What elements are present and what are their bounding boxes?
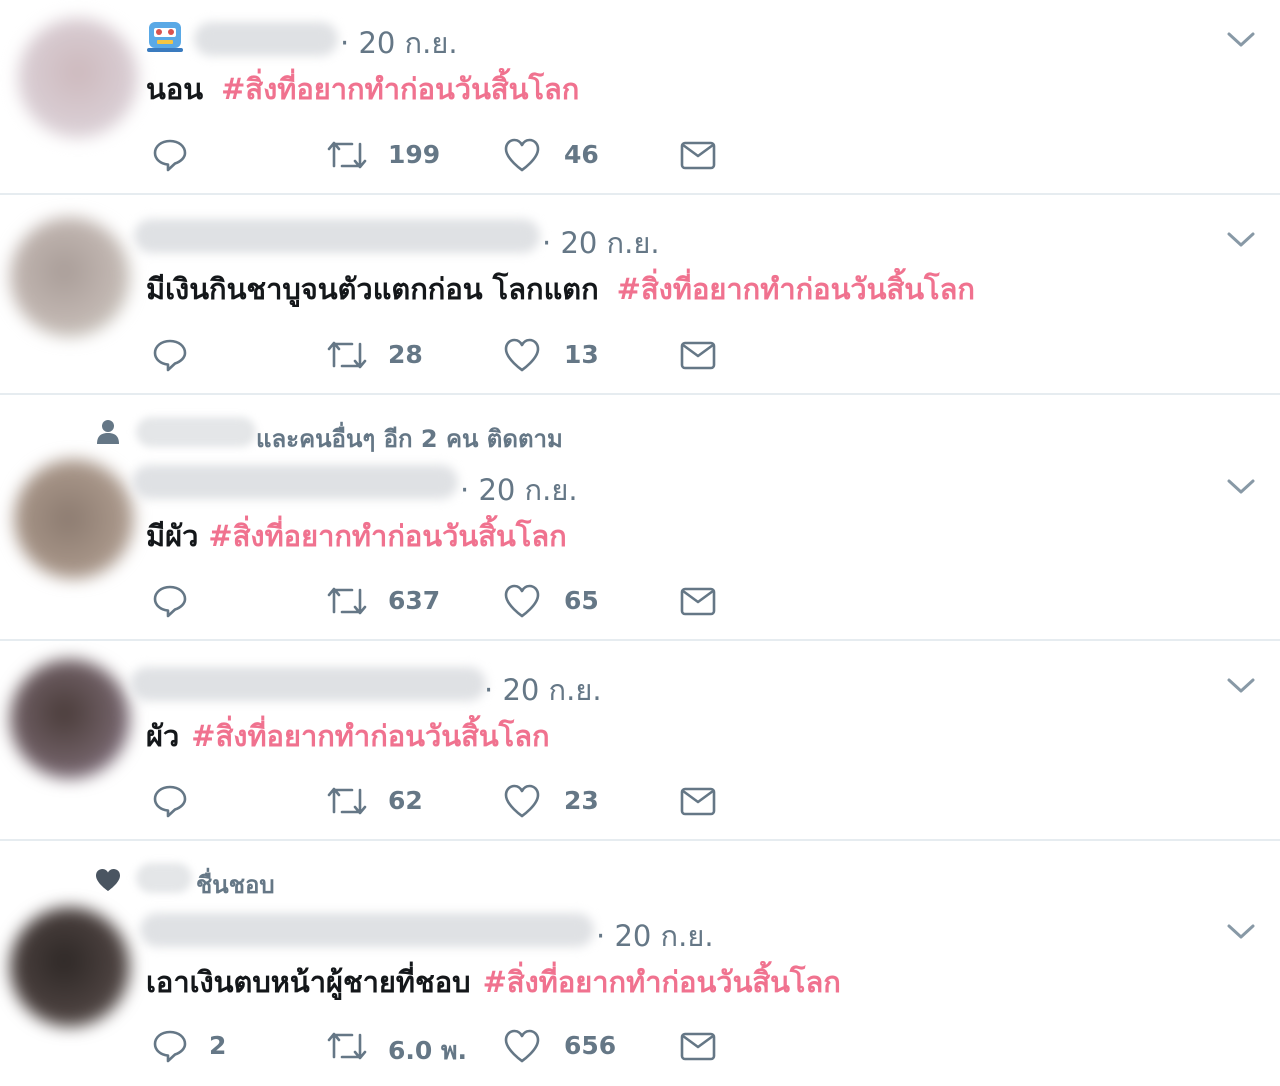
dm-button[interactable] — [679, 1027, 719, 1067]
reply-icon — [153, 139, 187, 172]
like-button[interactable]: 65 — [502, 582, 612, 622]
like-icon — [504, 338, 540, 372]
reply-button[interactable] — [151, 136, 241, 176]
retweet-button[interactable]: 199 — [326, 136, 456, 176]
social-context: ชื่นชอบ — [196, 871, 275, 899]
tweet-date[interactable]: 20 ก.ย. — [596, 913, 713, 959]
author-name[interactable] — [194, 22, 338, 56]
like-count: 65 — [564, 586, 599, 615]
author-name[interactable] — [130, 667, 486, 701]
like-icon — [504, 784, 540, 818]
tweet-body: นอน — [146, 72, 204, 106]
hashtag-link[interactable]: #สิ่งที่อยากทำก่อนวันสิ้นโลก — [208, 519, 566, 553]
author-name[interactable] — [132, 465, 458, 499]
reply-button[interactable] — [151, 336, 241, 376]
tweet-text: นอน #สิ่งที่อยากทำก่อนวันสิ้นโลก — [146, 66, 579, 112]
tweet-text: มีเงินกินชาบูจนตัวแตกก่อน โลกแตก #สิ่งที่… — [146, 266, 975, 312]
dm-button[interactable] — [679, 136, 719, 176]
retweet-count: 199 — [388, 140, 441, 169]
hashtag-link[interactable]: #สิ่งที่อยากทำก่อนวันสิ้นโลก — [483, 965, 841, 999]
dm-button[interactable] — [679, 582, 719, 622]
tweet-text: มีผัว #สิ่งที่อยากทำก่อนวันสิ้นโลก — [146, 513, 567, 559]
tweet-text: เอาเงินตบหน้าผู้ชายที่ชอบ #สิ่งที่อยากทำก… — [146, 959, 841, 1005]
retweet-count: 28 — [388, 340, 423, 369]
like-count: 46 — [564, 140, 599, 169]
author-name[interactable] — [134, 219, 540, 253]
chevron-down-icon[interactable] — [1225, 676, 1257, 696]
author-name[interactable] — [140, 913, 594, 947]
like-icon — [504, 1029, 540, 1063]
social-context: และคนอื่นๆ อีก 2 คน ติดตาม — [256, 425, 563, 453]
tweet[interactable]: 20 ก.ย. ผัว#สิ่งที่อยากทำก่อนวันสิ้นโลก … — [0, 641, 1280, 841]
avatar[interactable] — [18, 18, 138, 138]
dm-button[interactable] — [679, 782, 719, 822]
hashtag-link[interactable]: #สิ่งที่อยากทำก่อนวันสิ้นโลก — [221, 72, 579, 106]
like-button[interactable]: 656 — [502, 1027, 622, 1067]
retweet-count: 62 — [388, 786, 423, 815]
tweet-body: เอาเงินตบหน้าผู้ชายที่ชอบ — [146, 965, 471, 999]
retweet-icon — [327, 341, 367, 369]
tweet-date[interactable]: 20 ก.ย. — [542, 220, 659, 266]
chevron-down-icon[interactable] — [1225, 477, 1257, 497]
person-icon — [97, 420, 119, 444]
dm-icon — [680, 787, 716, 816]
avatar[interactable] — [10, 659, 130, 779]
tweet[interactable]: 20 ก.ย. มีเงินกินชาบูจนตัวแตกก่อน โลกแตก… — [0, 195, 1280, 395]
follower-name[interactable] — [136, 417, 256, 447]
like-count: 656 — [564, 1031, 617, 1060]
tweet-date[interactable]: 20 ก.ย. — [340, 20, 457, 66]
hashtag-link[interactable]: #สิ่งที่อยากทำก่อนวันสิ้นโลก — [191, 719, 549, 753]
like-count: 23 — [564, 786, 599, 815]
tweet[interactable]: 20 ก.ย. นอน#สิ่งที่อยากทำก่อนวันสิ้นโลก … — [0, 0, 1280, 194]
like-icon — [504, 584, 540, 618]
retweet-icon — [327, 587, 367, 615]
hashtag-link[interactable]: #สิ่งที่อยากทำก่อนวันสิ้นโลก — [617, 272, 975, 306]
tweet-text: ผัว #สิ่งที่อยากทำก่อนวันสิ้นโลก — [146, 713, 550, 759]
like-icon — [504, 138, 540, 172]
like-button[interactable]: 23 — [502, 782, 612, 822]
dm-icon — [680, 1032, 716, 1061]
dm-button[interactable] — [679, 336, 719, 376]
liker-name[interactable] — [136, 863, 192, 893]
dm-icon — [680, 341, 716, 370]
tweet-date[interactable]: 20 ก.ย. — [460, 467, 577, 513]
chevron-down-icon[interactable] — [1225, 30, 1257, 50]
reply-icon — [153, 1030, 187, 1063]
reply-button[interactable] — [151, 582, 241, 622]
retweet-button[interactable]: 637 — [326, 582, 456, 622]
tweet-body: มีเงินกินชาบูจนตัวแตกก่อน โลกแตก — [146, 272, 599, 306]
retweet-button[interactable]: 6.0 พ. — [326, 1027, 476, 1067]
reply-button[interactable] — [151, 782, 241, 822]
retweet-button[interactable]: 62 — [326, 782, 456, 822]
reply-icon — [153, 585, 187, 618]
chevron-down-icon[interactable] — [1225, 922, 1257, 942]
reply-icon — [153, 339, 187, 372]
avatar[interactable] — [10, 907, 130, 1027]
heart-icon — [96, 869, 120, 891]
retweet-icon — [327, 787, 367, 815]
dm-icon — [680, 141, 716, 170]
retweet-count: 637 — [388, 586, 441, 615]
retweet-icon — [327, 141, 367, 169]
reply-icon — [153, 785, 187, 818]
like-count: 13 — [564, 340, 599, 369]
reply-button[interactable]: 2 — [151, 1027, 241, 1067]
tweet-date[interactable]: 20 ก.ย. — [484, 667, 601, 713]
dm-icon — [680, 587, 716, 616]
avatar[interactable] — [10, 217, 130, 337]
like-button[interactable]: 13 — [502, 336, 612, 376]
tweet-body: มีผัว — [146, 519, 199, 553]
retweet-icon — [327, 1032, 367, 1060]
like-button[interactable]: 46 — [502, 136, 612, 176]
retweet-count: 6.0 พ. — [388, 1036, 467, 1065]
emoji-icon — [146, 20, 184, 52]
tweet[interactable]: และคนอื่นๆ อีก 2 คน ติดตาม 20 ก.ย. มีผัว… — [0, 395, 1280, 641]
avatar[interactable] — [14, 459, 134, 579]
reply-count: 2 — [209, 1031, 227, 1060]
tweet[interactable]: ชื่นชอบ 20 ก.ย. เอาเงินตบหน้าผู้ชายที่ชอ… — [0, 841, 1280, 1086]
chevron-down-icon[interactable] — [1225, 230, 1257, 250]
tweet-body: ผัว — [146, 719, 180, 753]
retweet-button[interactable]: 28 — [326, 336, 456, 376]
